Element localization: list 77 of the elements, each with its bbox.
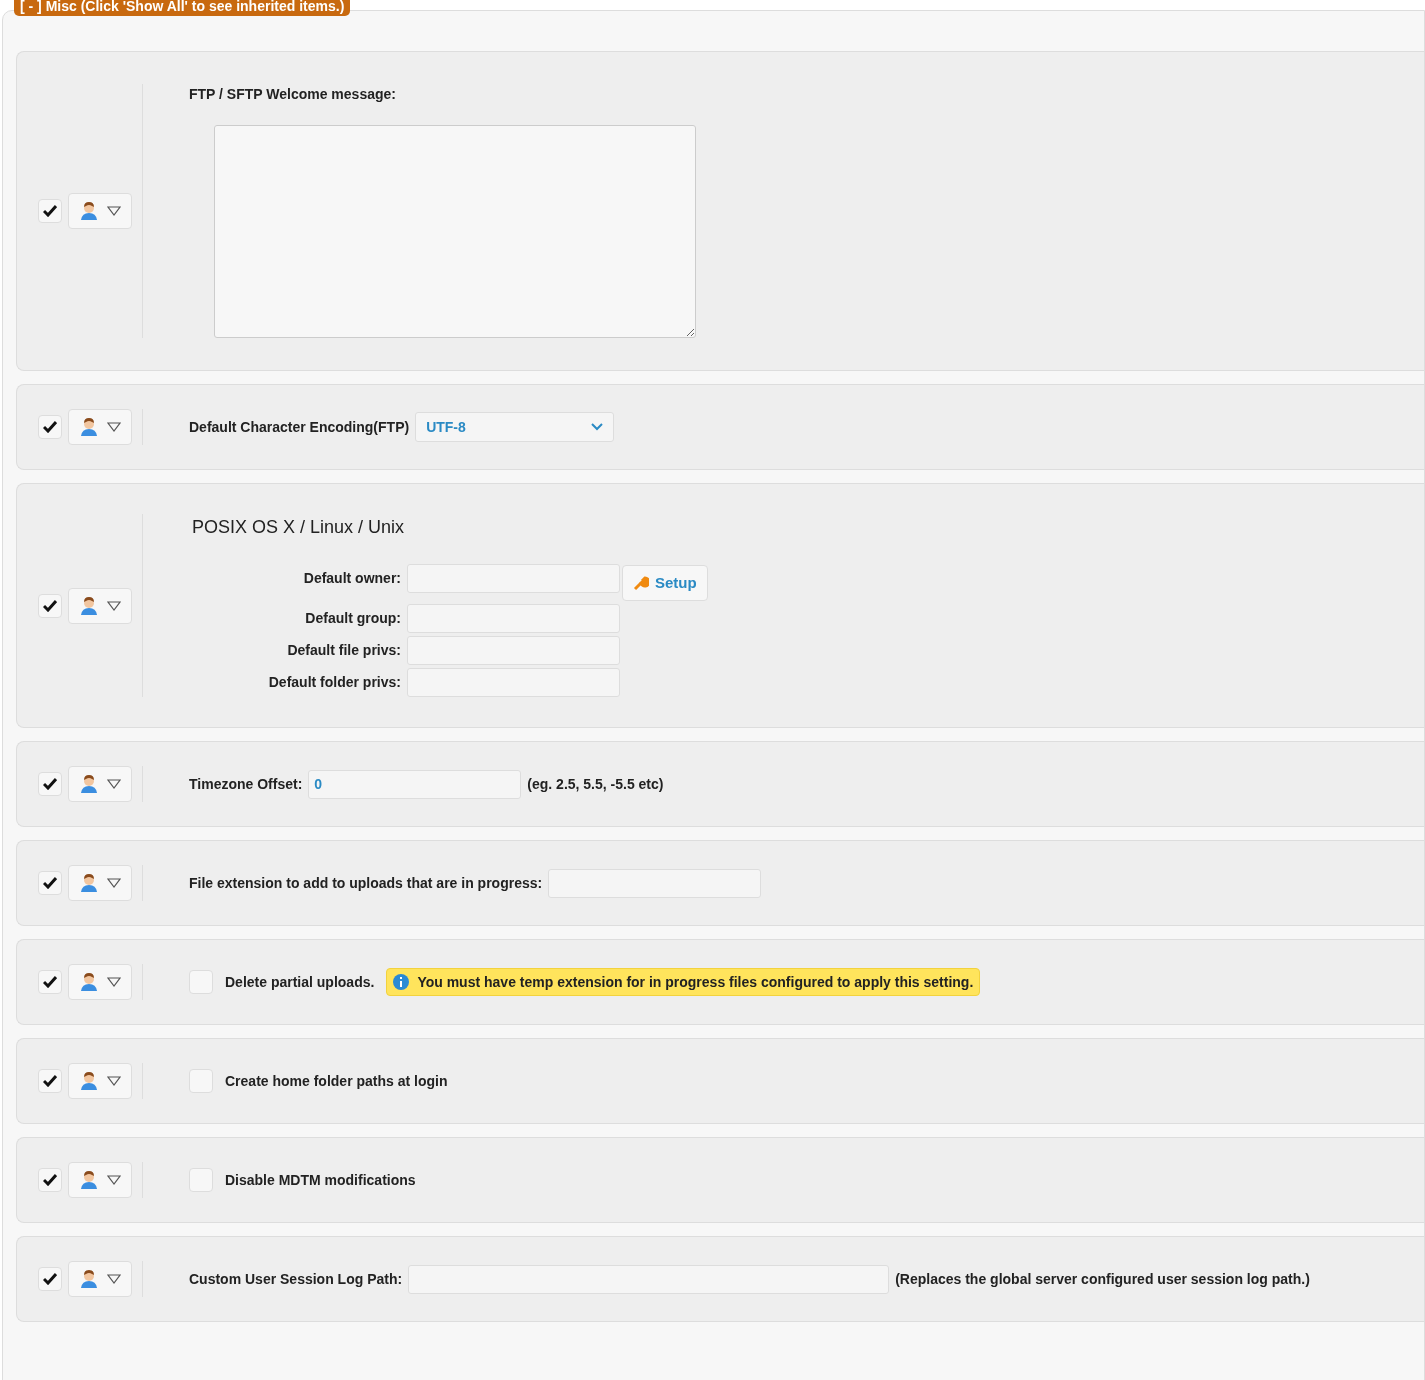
setting-label: Default folder privs: [267,673,401,692]
user-icon [79,595,99,616]
section-title: POSIX OS X / Linux / Unix [192,516,406,539]
dropdown-triangle-icon [107,422,121,432]
user-icon [79,201,99,221]
info-icon [393,974,410,990]
setting-label: Default owner: [302,568,401,588]
dropdown-triangle-icon [107,878,121,888]
checkmark-icon [43,421,57,433]
dropdown-triangle-icon [107,1076,121,1086]
setting-label: (Replaces the global server configured user session log path.) [895,1269,1310,1289]
checkbox[interactable] [189,1168,213,1192]
user-menu-button[interactable] [68,964,132,1000]
text-input[interactable] [408,1264,890,1294]
encoding-select[interactable]: UTF-8 [415,412,615,442]
dropdown-triangle-icon [107,977,121,987]
user-menu-button[interactable] [68,1063,132,1099]
text-input[interactable]: 0 [308,769,522,799]
dropdown-triangle-icon [107,600,121,611]
inherit-checkbox[interactable] [38,1168,62,1192]
user-menu-button[interactable] [68,1162,132,1198]
user-menu-button[interactable] [68,587,132,624]
checkmark-icon [43,1075,57,1087]
setting-label: Custom User Session Log Path: [189,1269,403,1289]
checkmark-icon [43,877,57,889]
user-icon [79,1071,99,1091]
section-header[interactable]: [ - ] Misc (Click 'Show All' to see inherited items.) [14,0,351,16]
user-icon [79,873,99,893]
inherit-checkbox[interactable] [38,1069,62,1093]
user-icon [79,1269,99,1289]
text-input[interactable] [407,668,620,697]
user-icon [79,417,99,437]
checkmark-icon [43,976,57,988]
user-icon [79,972,99,992]
checkbox[interactable] [189,1069,213,1093]
inherit-checkbox[interactable] [38,871,62,895]
user-menu-button[interactable] [68,193,132,229]
setting-label: Default Character Encoding(FTP) [189,417,410,437]
setup-button[interactable]: Setup [622,565,708,601]
user-menu-button[interactable] [68,766,132,802]
text-input[interactable] [407,604,620,633]
setting-label: Disable MDTM modifications [225,1170,416,1190]
inherit-checkbox[interactable] [38,593,62,618]
wrench-icon [633,575,649,591]
setting-label: Default file privs: [286,641,401,660]
checkbox[interactable] [189,970,213,994]
info-note: You must have temp extension for in progress files configured to apply this setting. [386,968,981,996]
text-input[interactable] [548,868,762,898]
inherit-checkbox[interactable] [38,199,62,223]
user-icon [79,774,99,794]
checkmark-icon [43,778,57,790]
checkmark-icon [43,1273,57,1285]
dropdown-triangle-icon [107,1274,121,1284]
user-menu-button[interactable] [68,1261,132,1297]
user-icon [79,1170,99,1190]
dropdown-triangle-icon [107,1175,121,1185]
dropdown-triangle-icon [107,779,121,789]
dropdown-triangle-icon [107,206,121,216]
chevron-down-icon [591,423,604,431]
setting-label: Create home folder paths at login [225,1071,448,1091]
setting-label: File extension to add to uploads that are in progress: [189,873,543,893]
inherit-checkbox[interactable] [38,970,62,994]
setting-label: Timezone Offset: [189,774,303,794]
checkmark-icon [43,205,57,217]
text-input[interactable] [407,563,620,593]
user-menu-button[interactable] [68,409,132,445]
inherit-checkbox[interactable] [38,772,62,796]
inherit-checkbox[interactable] [38,1267,62,1291]
setting-label: (eg. 2.5, 5.5, -5.5 etc) [527,774,664,794]
checkmark-icon [43,599,57,612]
checkmark-icon [43,1174,57,1186]
inherit-checkbox[interactable] [38,415,62,439]
user-menu-button[interactable] [68,865,132,901]
setting-label: Default group: [304,609,401,628]
setting-label: FTP / SFTP Welcome message: [189,85,397,104]
text-input[interactable] [407,636,620,665]
setting-label: Delete partial uploads. [225,972,375,992]
